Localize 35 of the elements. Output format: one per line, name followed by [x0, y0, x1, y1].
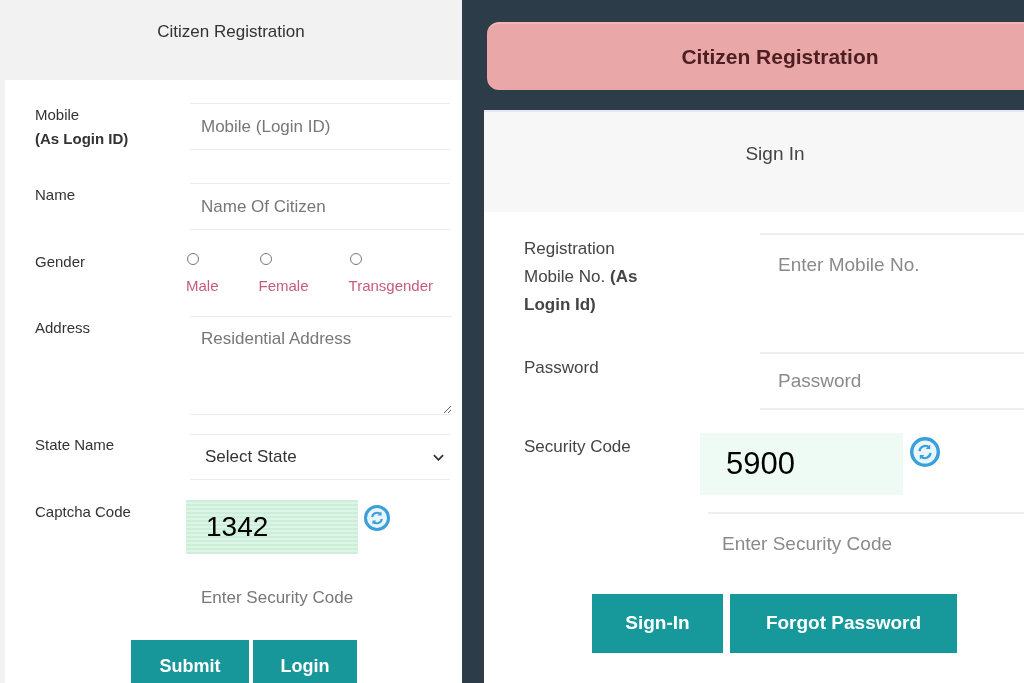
radio-button[interactable] [259, 253, 272, 265]
form-button[interactable]: Sign-In [592, 594, 723, 653]
field-label: Mobile (As Login ID) [35, 105, 130, 149]
security-code-input[interactable]: Enter Security Code [190, 577, 450, 619]
captcha-code: 1342 [186, 500, 358, 554]
option-label: Female [258, 276, 309, 296]
form-button[interactable]: Submit [131, 640, 249, 683]
field-label: Captcha Code [35, 502, 132, 522]
radio-button[interactable] [187, 253, 199, 265]
address-textarea[interactable]: Residential Address [190, 316, 452, 415]
banner-title: Citizen Registration [487, 22, 1024, 90]
refresh-icon[interactable] [364, 505, 390, 531]
state-select[interactable]: Select State [190, 434, 450, 480]
field-label: Security Code [524, 436, 632, 458]
form-button[interactable]: Forgot Password [730, 594, 957, 653]
password-input[interactable]: Password [760, 352, 1024, 410]
text-input[interactable]: Enter Mobile No. [760, 233, 1024, 295]
captcha-code: 5900 [700, 433, 903, 495]
option-label: Male [186, 276, 219, 296]
card-heading: Sign In [484, 112, 1024, 212]
refresh-icon[interactable] [910, 437, 940, 467]
page-title: Citizen Registration [156, 21, 306, 43]
field-label: State Name [35, 435, 116, 455]
text-input[interactable]: Name Of Citizen [190, 183, 450, 230]
field-label: Registration Mobile No. (As Login Id) [524, 238, 639, 316]
option-label: Transgender [348, 276, 434, 296]
form-button[interactable]: Login [253, 640, 357, 683]
security-code-input[interactable]: Enter Security Code [708, 512, 1024, 574]
radio-button[interactable] [349, 253, 362, 265]
field-label: Address [35, 318, 92, 338]
field-label: Password [524, 357, 600, 379]
field-label: Gender [35, 252, 87, 272]
text-input[interactable]: Mobile (Login ID) [190, 103, 450, 150]
field-label: Name [35, 185, 76, 205]
chevron-down-icon [433, 453, 444, 461]
